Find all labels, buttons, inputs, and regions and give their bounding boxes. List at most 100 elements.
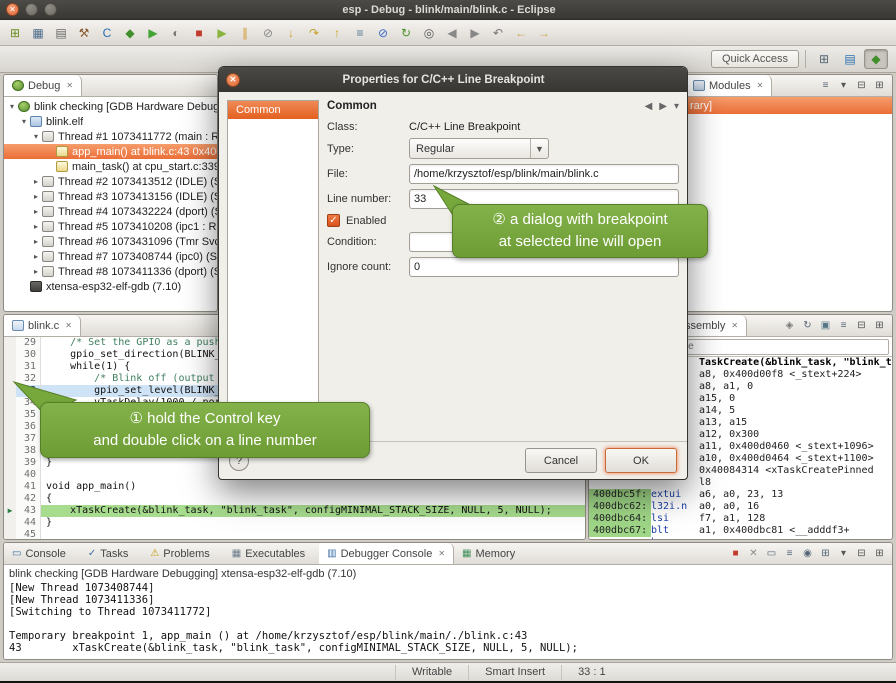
console-toolbar-icon[interactable]: ⊞ [818,548,833,559]
gutter-marker-icon[interactable] [4,517,16,529]
debug-tree-item[interactable]: ▾ blink.elf [4,114,217,129]
perspective-icon[interactable]: ▤ [838,49,862,69]
window-maximize-button[interactable] [44,3,57,16]
gutter-marker-icon[interactable]: ▶ [4,505,16,517]
toolbar-icon[interactable]: ↷ [303,23,325,43]
tree-expander-icon[interactable]: ▾ [19,117,29,126]
toolbar-icon[interactable]: ⊞ [4,23,26,43]
console-tab[interactable]: ▦ Executables [224,543,319,564]
enabled-checkbox[interactable]: ✓ [327,214,340,227]
ok-button[interactable]: OK [605,448,677,473]
dialog-history-icon[interactable]: ▾ [674,101,679,112]
toolbar-icon[interactable]: ◆ [119,23,141,43]
console-toolbar-icon[interactable]: ◉ [800,548,815,559]
line-number[interactable]: 37 [16,433,41,445]
toolbar-icon[interactable]: ◎ [418,23,440,43]
debug-tree-item[interactable]: ▸ Thread #5 1073410208 (ipc1 : Running) [4,219,217,234]
toolbar-icon[interactable]: ∥ [234,23,256,43]
toolbar-icon[interactable]: ▶ [211,23,233,43]
line-number[interactable]: 42 [16,493,41,505]
modules-toolbar-icon[interactable]: ⊞ [872,80,887,91]
tree-expander-icon[interactable]: ▸ [31,192,41,201]
gutter-marker-icon[interactable] [4,421,16,433]
tab-blink-c[interactable]: blink.c ✕ [4,315,81,336]
toolbar-icon[interactable]: ↓ [280,23,302,43]
debug-tree-item[interactable]: ▾ Thread #1 1073411772 (main : Running) [4,129,217,144]
toolbar-icon[interactable]: C [96,23,118,43]
tree-expander-icon[interactable]: ▸ [31,237,41,246]
line-number[interactable]: 38 [16,445,41,457]
toolbar-icon[interactable]: ■ [188,23,210,43]
tree-expander-icon[interactable]: ▸ [31,177,41,186]
console-toolbar-icon[interactable]: ⊞ [872,548,887,559]
debug-tree-item[interactable]: ▸ Thread #6 1073431096 (Tmr Svc) (Suspen… [4,234,217,249]
modules-toolbar-icon[interactable]: ▾ [836,80,851,91]
gutter-marker-icon[interactable] [4,493,16,505]
quick-access-button[interactable]: Quick Access [711,50,799,68]
toolbar-icon[interactable]: ⊘ [257,23,279,43]
debug-tree-item[interactable]: ▸ Thread #2 1073413512 (IDLE) (Suspended… [4,174,217,189]
close-icon[interactable]: ✕ [757,81,764,90]
toolbar-icon[interactable]: ▦ [27,23,49,43]
modules-toolbar-icon[interactable]: ≡ [818,80,833,91]
tree-expander-icon[interactable]: ▸ [31,252,41,261]
toolbar-icon[interactable]: ⊘ [372,23,394,43]
tab-debug[interactable]: Debug ✕ [4,75,82,96]
perspective-icon[interactable]: ◆ [864,49,888,69]
disassembly-toolbar-icon[interactable]: ◈ [782,320,797,331]
gutter-marker-icon[interactable] [4,337,16,349]
file-field[interactable] [409,164,679,184]
console-tab[interactable]: ⚠ Problems [142,543,223,564]
gutter-marker-icon[interactable] [4,469,16,481]
gutter-marker-icon[interactable] [4,457,16,469]
console-tab[interactable]: ▦ Memory [454,543,529,564]
tree-expander-icon[interactable]: ▸ [31,267,41,276]
tree-expander-icon[interactable]: ▾ [7,102,17,111]
toolbar-icon[interactable]: ⚒ [73,23,95,43]
console-tab[interactable]: ▥ Debugger Console ✕ [319,543,454,564]
tree-expander-icon[interactable]: ▸ [31,222,41,231]
line-number[interactable]: 41 [16,481,41,493]
close-icon[interactable]: ✕ [731,321,738,330]
disassembly-toolbar-icon[interactable]: ⊟ [854,320,869,331]
line-number[interactable]: 43 [16,505,41,517]
line-number[interactable]: 39 [16,457,41,469]
dialog-history-icon[interactable]: ▶ [659,101,667,112]
console-toolbar-icon[interactable]: ✕ [746,548,761,559]
close-icon[interactable]: ✕ [65,321,72,330]
debug-tree-item[interactable]: ▸ Thread #4 1073432224 (dport) (Suspende… [4,204,217,219]
line-number[interactable]: 36 [16,421,41,433]
disassembly-toolbar-icon[interactable]: ▣ [818,320,833,331]
tree-expander-icon[interactable]: ▾ [31,132,41,141]
line-number[interactable]: 44 [16,517,41,529]
disassembly-toolbar-icon[interactable]: ≡ [836,320,851,331]
tab-modules[interactable]: Modules ✕ [685,75,772,96]
console-toolbar-icon[interactable]: ≡ [782,548,797,559]
debug-tree-item[interactable]: ▸ Thread #8 1073411336 (dport) (Suspende… [4,264,217,279]
toolbar-icon[interactable]: ← [510,23,532,43]
console-toolbar-icon[interactable]: ▾ [836,548,851,559]
toolbar-icon[interactable]: ▤ [50,23,72,43]
toolbar-icon[interactable]: ◀ [441,23,463,43]
gutter-marker-icon[interactable] [4,529,16,539]
debug-tree-item[interactable]: ▾ blink checking [GDB Hardware Debugging… [4,99,217,114]
toolbar-icon[interactable]: ▶ [142,23,164,43]
window-minimize-button[interactable] [25,3,38,16]
console-toolbar-icon[interactable]: ▭ [764,548,779,559]
dialog-nav-item[interactable]: Common [228,101,318,119]
close-icon[interactable]: ✕ [66,81,73,90]
ignore-count-field[interactable] [409,257,679,277]
type-dropdown[interactable]: Regular ▼ [409,138,549,159]
line-number[interactable]: 29 [16,337,41,349]
line-number[interactable]: 31 [16,361,41,373]
tree-expander-icon[interactable]: ▸ [31,207,41,216]
toolbar-icon[interactable]: ▶ [464,23,486,43]
debug-tree-item[interactable]: app_main() at blink.c:43 0x400dbc5f [4,144,217,159]
line-number[interactable]: 45 [16,529,41,539]
debug-tree-item[interactable]: main_task() at cpu_start.c:339 0x40081 [4,159,217,174]
gutter-marker-icon[interactable] [4,445,16,457]
console-tab[interactable]: ✓ Tasks [80,543,143,564]
debug-tree-item[interactable]: ▸ Thread #7 1073408744 (ipc0) (Suspended… [4,249,217,264]
toolbar-icon[interactable]: ↻ [395,23,417,43]
perspective-icon[interactable]: ⊞ [812,49,836,69]
